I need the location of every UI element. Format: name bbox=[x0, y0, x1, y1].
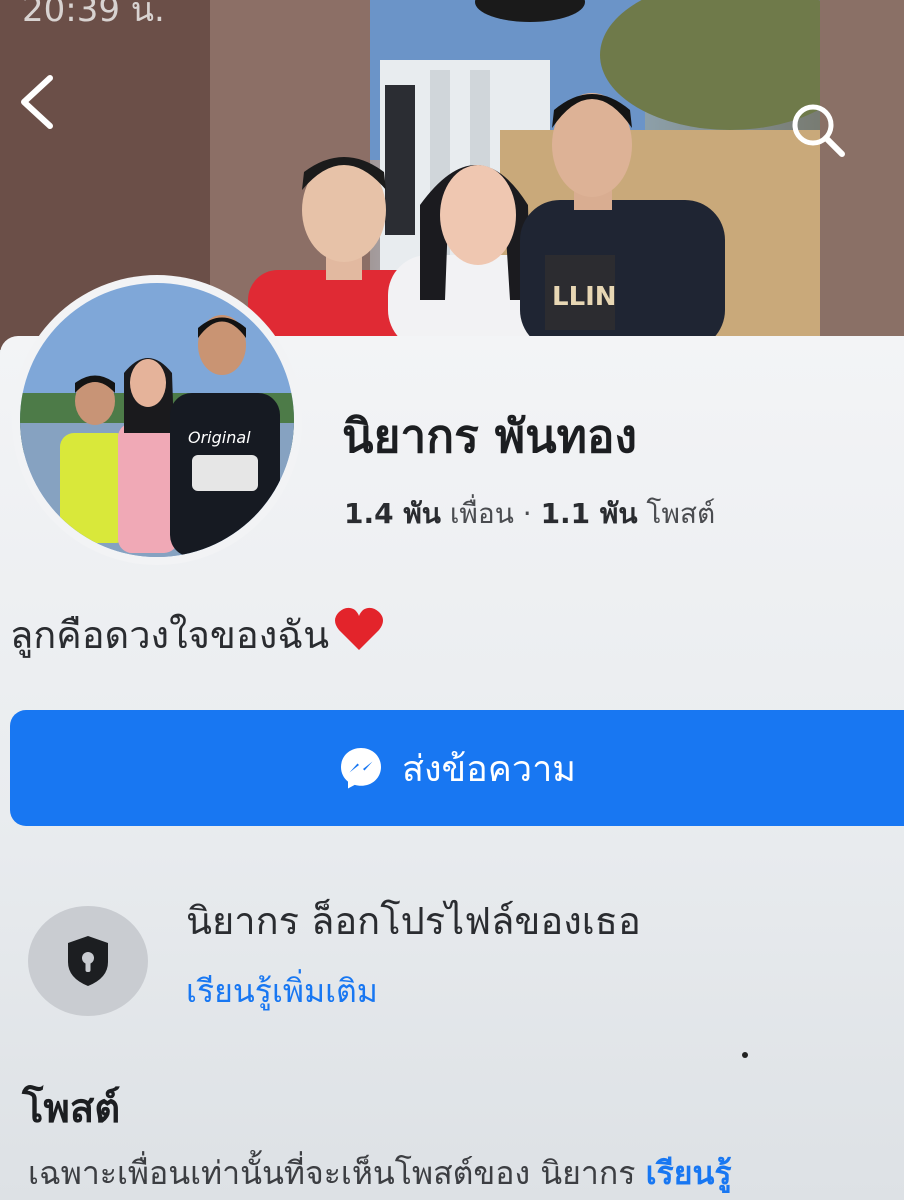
send-message-button[interactable]: ส่งข้อความ bbox=[10, 710, 904, 826]
friends-count[interactable]: 1.4 พัน bbox=[344, 497, 441, 530]
heart-icon bbox=[335, 607, 384, 650]
shield-lock-icon bbox=[68, 936, 108, 986]
learn-more-link[interactable]: เรียนรู้เพิ่มเติม bbox=[186, 966, 378, 1017]
profile-avatar[interactable]: Original bbox=[12, 275, 302, 565]
posts-note-text: เฉพาะเพื่อนเท่านั้นที่จะเห็นโพสต์ของ นิย… bbox=[28, 1154, 636, 1192]
decorative-dot bbox=[742, 1052, 748, 1058]
svg-text:LLIN: LLIN bbox=[552, 282, 617, 312]
status-time: 20:39 น. bbox=[22, 0, 165, 30]
avatar-photo: Original bbox=[20, 283, 294, 557]
friends-label[interactable]: เพื่อน bbox=[450, 497, 514, 530]
lock-notice-title: นิยากร ล็อกโปรไฟล์ของเธอ bbox=[186, 899, 641, 943]
profile-stats: 1.4 พัน เพื่อน · 1.1 พัน โพสต์ bbox=[344, 492, 715, 536]
lock-badge bbox=[28, 906, 148, 1016]
stats-separator: · bbox=[522, 497, 532, 530]
posts-privacy-note: เฉพาะเพื่อนเท่านั้นที่จะเห็นโพสต์ของ นิย… bbox=[28, 1148, 904, 1199]
bio-text: ลูกคือดวงใจของฉัน bbox=[10, 613, 330, 657]
back-button[interactable] bbox=[14, 70, 64, 134]
posts-label: โพสต์ bbox=[646, 497, 716, 530]
posts-heading: โพสต์ bbox=[22, 1086, 121, 1132]
profile-bio: ลูกคือดวงใจของฉัน bbox=[10, 604, 385, 665]
profile-name: นิยากร พันทอง bbox=[342, 409, 637, 463]
posts-count: 1.1 พัน bbox=[540, 497, 638, 530]
send-message-label: ส่งข้อความ bbox=[401, 748, 577, 790]
search-icon bbox=[792, 104, 845, 157]
messenger-icon bbox=[340, 748, 381, 789]
search-button[interactable] bbox=[786, 98, 850, 162]
posts-learn-more-link[interactable]: เรียนรู้ bbox=[646, 1154, 732, 1192]
chevron-left-icon bbox=[21, 75, 53, 129]
svg-text:Original: Original bbox=[188, 428, 251, 447]
